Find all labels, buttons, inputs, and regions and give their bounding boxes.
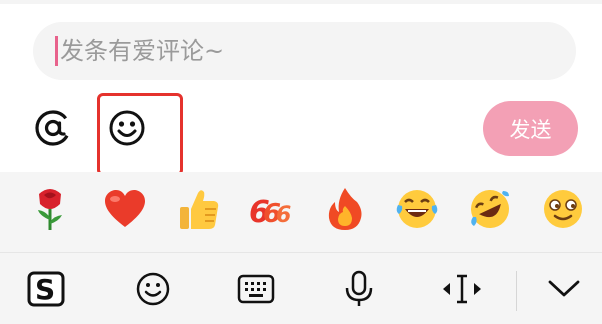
chevron-down-icon: [548, 280, 580, 297]
text-caret: [55, 36, 58, 66]
voice-input-button[interactable]: [337, 267, 381, 311]
keyboard-toolbar: S: [0, 252, 602, 324]
comment-panel: 发送: [0, 0, 602, 176]
smiley-icon: [136, 272, 170, 306]
rolling-laugh-emoji[interactable]: [465, 184, 515, 234]
heart-emoji[interactable]: [100, 184, 150, 234]
rose-emoji[interactable]: [25, 184, 75, 234]
svg-text:S: S: [35, 273, 55, 306]
sogou-logo-button[interactable]: S: [25, 267, 69, 311]
thumbs-up-icon: [180, 190, 219, 229]
666-icon: 6 6 6: [249, 195, 291, 227]
keyboard-switch-button[interactable]: [234, 267, 278, 311]
squint-smile-icon: [544, 190, 582, 228]
at-icon: [35, 110, 71, 146]
panel-top-edge: [0, 0, 602, 4]
squint-smile-emoji[interactable]: [538, 184, 588, 234]
sogou-logo-icon: S: [27, 271, 65, 307]
laugh-tears-emoji[interactable]: [392, 184, 442, 234]
svg-text:6: 6: [276, 203, 291, 227]
toolbar-divider: [516, 271, 517, 311]
cursor-move-icon: [443, 274, 481, 304]
rose-icon: [38, 189, 62, 230]
thumbs-up-emoji[interactable]: [174, 184, 224, 234]
fire-emoji[interactable]: [320, 184, 370, 234]
mention-button[interactable]: [30, 105, 76, 151]
heart-icon: [105, 190, 145, 227]
666-emoji[interactable]: 6 6 6: [247, 184, 297, 234]
fire-icon: [328, 188, 362, 230]
comment-input-box[interactable]: [33, 22, 576, 80]
keyboard-emoji-button[interactable]: [131, 267, 175, 311]
rolling-laugh-icon: [471, 190, 509, 228]
collapse-keyboard-button[interactable]: [542, 267, 586, 311]
emoji-row: 6 6 6: [0, 172, 602, 252]
send-button[interactable]: 发送: [483, 101, 578, 156]
microphone-icon: [345, 270, 373, 306]
keyboard-icon: [237, 274, 275, 304]
cursor-move-button[interactable]: [440, 267, 484, 311]
highlight-box: [97, 93, 183, 176]
laugh-tears-icon: [396, 190, 438, 228]
comment-input[interactable]: [60, 37, 540, 65]
